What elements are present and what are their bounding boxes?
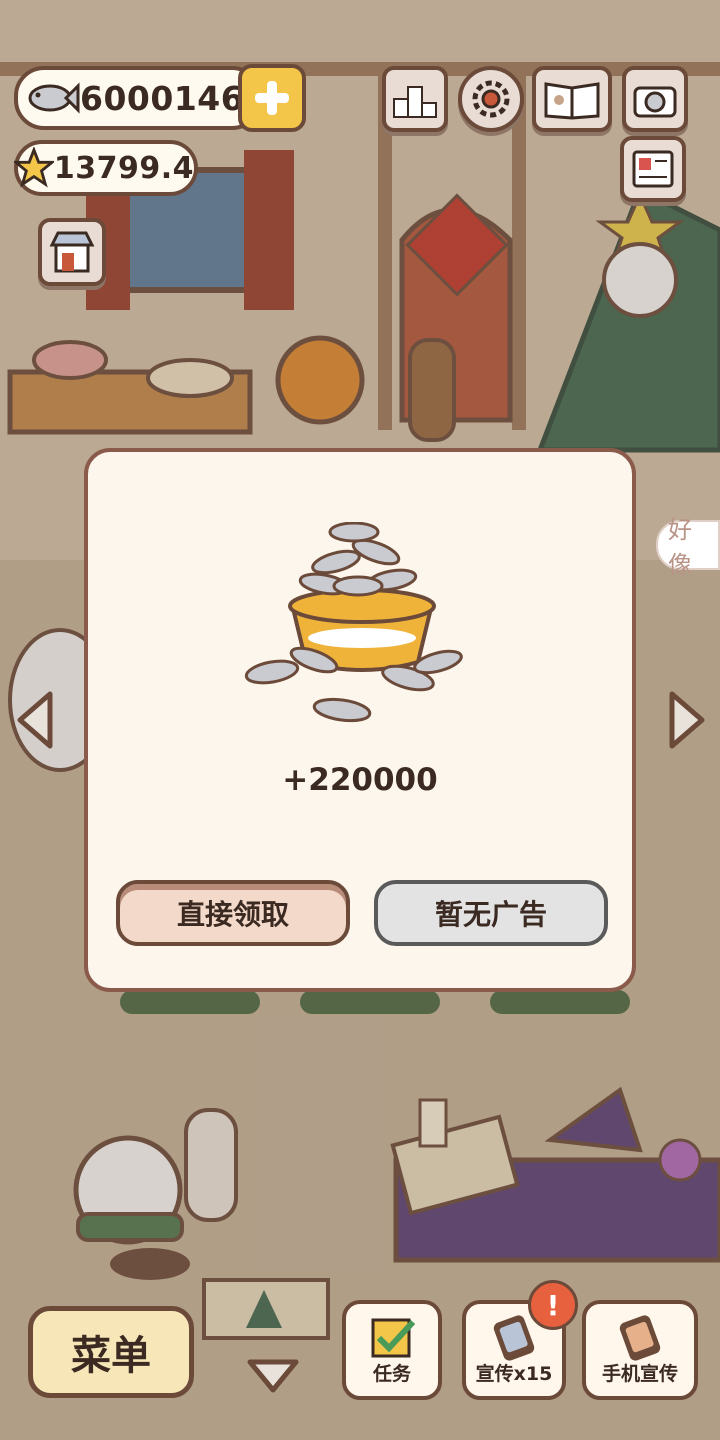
settings-button[interactable] [458,66,524,132]
menu-label: 菜单 [71,1333,151,1379]
newspaper-icon [632,150,674,188]
claim-directly-button[interactable]: 直接领取 [116,880,350,946]
gear-icon [472,80,510,118]
checklist-icon [371,1318,416,1358]
star-counter: 13799.4 [14,140,198,196]
fish-bowl-reward-icon [244,522,463,723]
fish-counter: 6000146 [14,66,262,130]
claim-directly-label: 直接领取 [176,898,289,931]
reward-amount: +220000 [282,762,438,798]
tasks-button[interactable]: 任务 [342,1300,442,1400]
camera-button[interactable] [622,66,688,132]
scroll-left-arrow-icon[interactable] [14,690,58,750]
star-count: 13799.4 [53,150,194,186]
speech-bubble: 好像 [656,516,720,579]
shop-button[interactable] [38,218,106,286]
plus-icon [255,81,289,115]
menu-button[interactable]: 菜单 [28,1306,194,1398]
no-ad-label: 暂无广告 [434,898,547,931]
shop-icon [49,231,95,273]
camera-icon [633,86,677,118]
promote-alert-badge: ! [528,1280,578,1330]
fish-count: 6000146 [80,78,245,118]
reward-dialog: +220000 直接领取 暂无广告 [84,448,636,992]
scroll-right-arrow-icon[interactable] [664,690,708,750]
catbook-icon [544,82,600,120]
speech-text: 好像 [668,516,692,579]
fish-icon [28,82,80,114]
star-icon [14,147,54,188]
newspaper-button[interactable] [620,136,686,202]
catbook-button[interactable] [532,66,612,132]
ranking-button[interactable] [382,66,448,132]
alert-mark: ! [546,1288,560,1322]
no-ad-button[interactable]: 暂无广告 [374,880,608,946]
chevron-down-icon[interactable] [244,1356,302,1396]
add-fish-button[interactable] [238,64,306,132]
ranking-podium-icon [393,86,437,118]
phone-promote-button[interactable]: 手机宣传 [582,1300,698,1400]
